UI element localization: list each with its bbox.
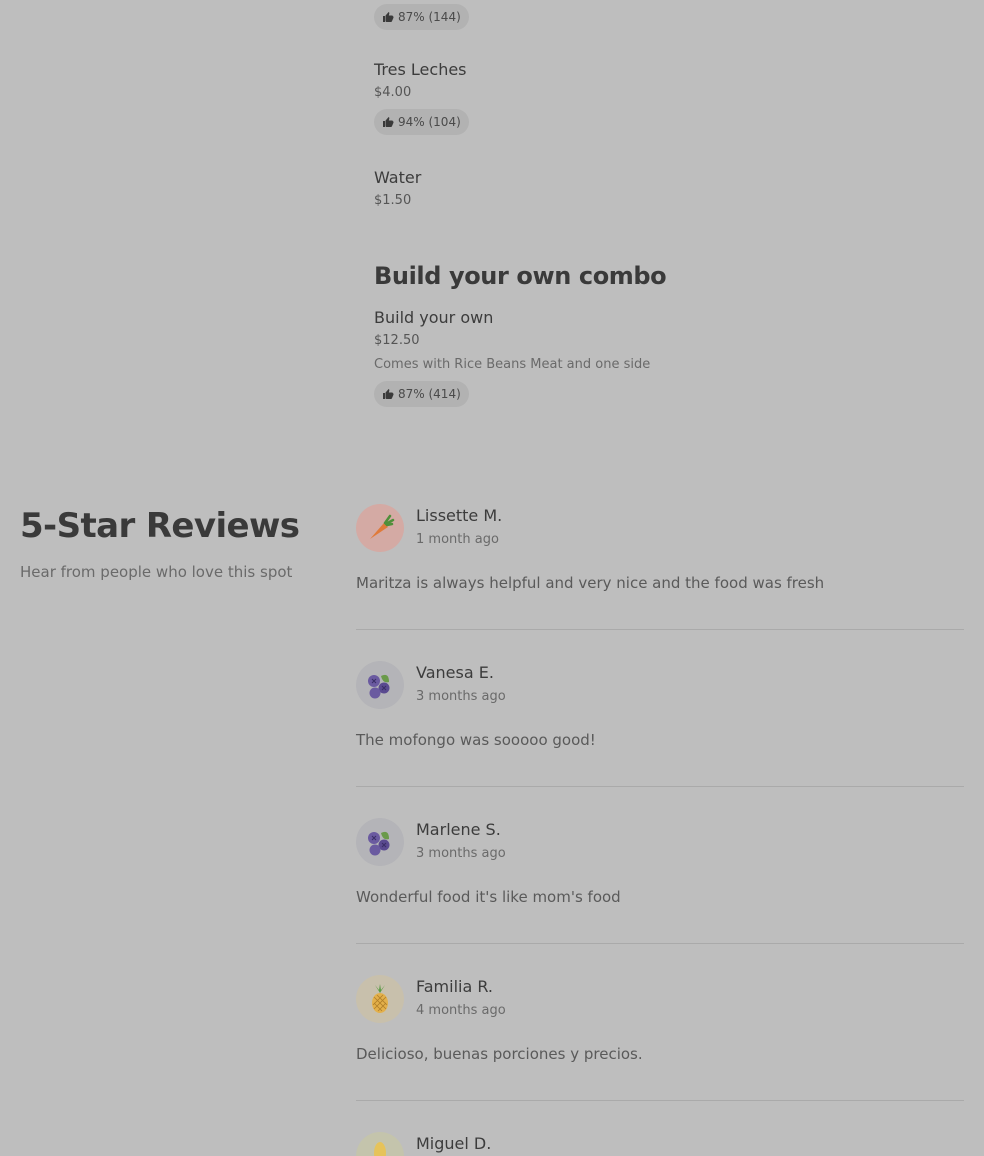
divider (356, 1100, 964, 1101)
menu-item[interactable]: Build your own $12.50 Comes with Rice Be… (374, 308, 954, 407)
rating-text: 87% (144) (398, 10, 461, 24)
corn-icon (374, 1142, 386, 1156)
review-date: 3 months ago (416, 689, 506, 704)
avatar (356, 1132, 404, 1156)
rating-pill: 87% (414) (374, 381, 469, 407)
menu-item-name: Tres Leches (374, 60, 467, 79)
reviewer-name: Marlene S. (416, 820, 501, 839)
rating-text: 94% (104) (398, 115, 461, 129)
review-card: Miguel D. (356, 1132, 964, 1156)
review-text: Delicioso, buenas porciones y precios. (356, 1045, 643, 1063)
blueberry-icon (368, 674, 390, 699)
section-title: Build your own combo (374, 262, 667, 290)
reviews-subtitle: Hear from people who love this spot (20, 563, 293, 581)
divider (356, 786, 964, 787)
menu-item-price: $12.50 (374, 333, 420, 348)
rating-pill: 94% (104) (374, 109, 469, 135)
review-text: The mofongo was sooooo good! (356, 731, 596, 749)
review-card: Familia R. 4 months ago Delicioso, buena… (356, 975, 964, 1105)
carrot-icon (370, 514, 395, 539)
divider (356, 629, 964, 630)
menu-item-name: Build your own (374, 308, 494, 327)
pineapple-icon (372, 984, 388, 1013)
review-card: Lissette M. 1 month ago Maritza is alway… (356, 504, 964, 634)
reviewer-name: Miguel D. (416, 1134, 492, 1153)
review-date: 4 months ago (416, 1003, 506, 1018)
menu-item[interactable]: Tres Leches $4.00 94% (104) (374, 60, 954, 135)
divider (356, 943, 964, 944)
review-text: Wonderful food it's like mom's food (356, 888, 621, 906)
thumbs-up-icon (383, 389, 394, 399)
avatar (356, 504, 404, 552)
menu-item-price: $4.00 (374, 85, 412, 100)
review-text: Maritza is always helpful and very nice … (356, 574, 825, 592)
reviews-heading: 5-Star Reviews (20, 506, 300, 546)
blueberry-icon (368, 831, 390, 856)
menu-item[interactable]: Water $1.50 (374, 168, 954, 209)
avatar (356, 818, 404, 866)
review-date: 1 month ago (416, 532, 499, 547)
reviewer-name: Lissette M. (416, 506, 503, 525)
menu-item-price: $1.50 (374, 193, 412, 208)
reviewer-name: Familia R. (416, 977, 493, 996)
review-card: Vanesa E. 3 months ago The mofongo was s… (356, 661, 964, 791)
reviewer-name: Vanesa E. (416, 663, 494, 682)
review-card: Marlene S. 3 months ago Wonderful food i… (356, 818, 964, 948)
thumbs-up-icon (383, 117, 394, 127)
rating-text: 87% (414) (398, 387, 461, 401)
review-date: 3 months ago (416, 846, 506, 861)
page: 87% (144) Tres Leches $4.00 94% (104) Wa… (0, 0, 984, 1156)
avatar (356, 975, 404, 1023)
avatar (356, 661, 404, 709)
menu-item-description: Comes with Rice Beans Meat and one side (374, 357, 651, 372)
thumbs-up-icon (383, 12, 394, 22)
menu-item-name: Water (374, 168, 422, 187)
rating-pill: 87% (144) (374, 4, 469, 30)
